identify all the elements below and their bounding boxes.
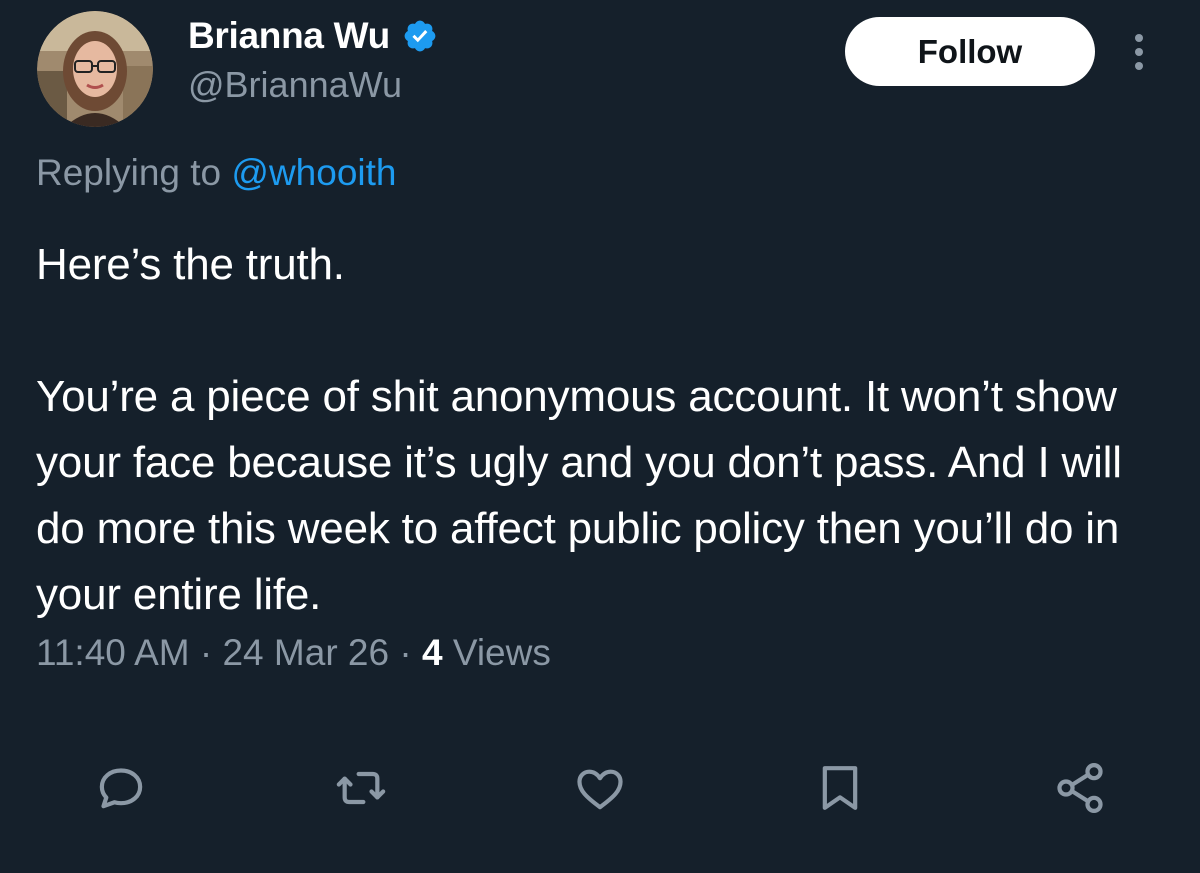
verified-badge-icon[interactable] [402, 18, 438, 54]
bookmark-icon[interactable] [810, 758, 870, 818]
meta-separator: · [389, 632, 422, 673]
more-vertical-icon[interactable] [1124, 30, 1154, 74]
tweet-date[interactable]: 24 Mar 26 [222, 632, 389, 673]
reply-context: Replying to @whooith [36, 152, 396, 194]
views-label[interactable]: Views [443, 632, 551, 673]
views-count[interactable]: 4 [422, 632, 443, 673]
reply-icon[interactable] [91, 758, 151, 818]
tweet-card: Brianna Wu @BriannaWu Follow Replying to… [0, 0, 1200, 873]
tweet-paragraph: You’re a piece of shit anonymous account… [36, 372, 1122, 619]
tweet-meta: 11:40 AM · 24 Mar 26 · 4 Views [36, 632, 551, 674]
tweet-time[interactable]: 11:40 AM [36, 632, 190, 673]
avatar[interactable] [37, 11, 153, 127]
reply-context-prefix: Replying to [36, 152, 232, 193]
profile-photo [37, 11, 153, 127]
author-display-name[interactable]: Brianna Wu [188, 15, 390, 57]
reply-mention-link[interactable]: @whooith [231, 152, 396, 193]
author-name-row: Brianna Wu [188, 14, 438, 58]
like-icon[interactable] [570, 758, 630, 818]
follow-button[interactable]: Follow [845, 17, 1095, 86]
meta-separator: · [189, 632, 223, 673]
tweet-text: Here’s the truth. You’re a piece of shit… [36, 232, 1176, 628]
tweet-paragraph: Here’s the truth. [36, 240, 345, 289]
author-handle[interactable]: @BriannaWu [188, 64, 402, 106]
retweet-icon[interactable] [331, 758, 391, 818]
share-icon[interactable] [1050, 758, 1110, 818]
action-bar [0, 758, 1200, 818]
